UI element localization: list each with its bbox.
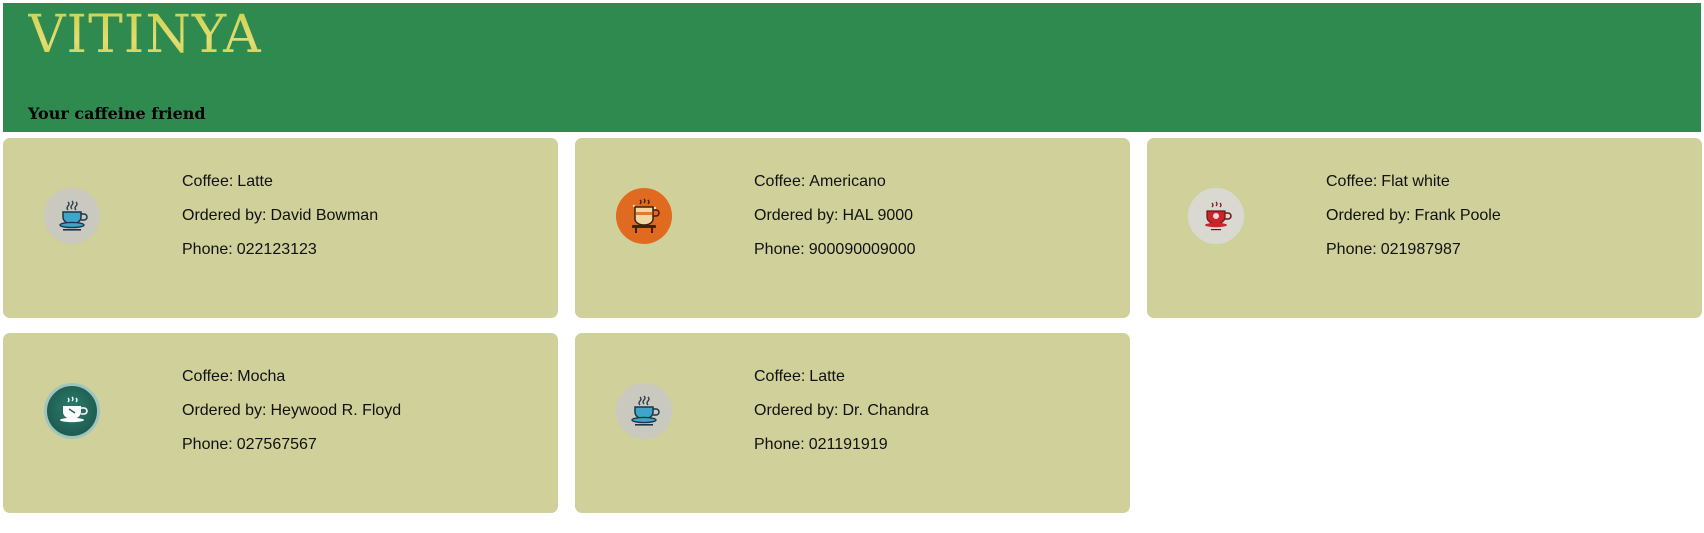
coffee-avatar	[1188, 188, 1244, 244]
coffee-label: Coffee:	[182, 173, 234, 190]
coffee-row: Coffee: Mocha	[182, 367, 401, 401]
coffee-row: Coffee: Latte	[754, 367, 929, 401]
coffee-cup-saucer-icon	[59, 200, 88, 231]
coffee-value: Latte	[237, 173, 273, 190]
phone-value: 027567567	[236, 436, 317, 453]
ordered-by-label: Ordered by:	[754, 402, 839, 419]
coffee-row: Coffee: Latte	[182, 172, 378, 206]
coffee-avatar	[616, 188, 672, 244]
coffee-label: Coffee:	[754, 173, 806, 190]
coffee-row: Coffee: Flat white	[1326, 172, 1501, 206]
ordered-by-row: Ordered by: Heywood R. Floyd	[182, 401, 401, 435]
coffee-avatar	[616, 383, 672, 439]
order-info: Coffee: Latte Ordered by: David Bowman Pho…	[182, 172, 378, 274]
header-banner: VITINYA Your caffeine friend	[3, 3, 1701, 132]
coffee-avatar	[44, 188, 100, 244]
coffee-value: Latte	[809, 368, 845, 385]
ordered-by-value: Dr. Chandra	[842, 402, 929, 419]
ordered-by-value: David Bowman	[270, 207, 379, 224]
coffee-cup-badge-icon	[60, 396, 88, 423]
ordered-by-row: Ordered by: David Bowman	[182, 206, 378, 240]
coffee-cup-stand-icon	[632, 198, 660, 233]
phone-value: 900090009000	[808, 241, 916, 258]
phone-value: 021987987	[1380, 241, 1461, 258]
coffee-label: Coffee:	[182, 368, 234, 385]
phone-value: 021191919	[808, 436, 888, 453]
phone-value: 022123123	[236, 241, 317, 258]
coffee-value: Flat white	[1381, 173, 1450, 190]
phone-row: Phone: 900090009000	[754, 240, 916, 274]
coffee-cup-saucer-icon	[631, 395, 660, 426]
ordered-by-row: Ordered by: Dr. Chandra	[754, 401, 929, 435]
order-card: Coffee: Flat white Ordered by: Frank Poole…	[1147, 138, 1702, 318]
ordered-by-value: Frank Poole	[1414, 207, 1501, 224]
coffee-value: Mocha	[237, 368, 286, 385]
ordered-by-label: Ordered by:	[754, 207, 839, 224]
phone-row: Phone: 021987987	[1326, 240, 1501, 274]
ordered-by-label: Ordered by:	[182, 207, 267, 224]
phone-label: Phone:	[182, 436, 233, 453]
order-card: Coffee: Latte Ordered by: David Bowman Pho…	[3, 138, 558, 318]
coffee-label: Coffee:	[1326, 173, 1378, 190]
order-card: Coffee: Americano Ordered by: HAL 9000 Pho…	[575, 138, 1130, 318]
order-card: Coffee: Mocha Ordered by: Heywood R. Floyd…	[3, 333, 558, 513]
phone-label: Phone:	[754, 436, 805, 453]
ordered-by-row: Ordered by: Frank Poole	[1326, 206, 1501, 240]
phone-row: Phone: 027567567	[182, 435, 401, 469]
coffee-value: Americano	[809, 173, 886, 190]
ordered-by-row: Ordered by: HAL 9000	[754, 206, 916, 240]
tagline: Your caffeine friend	[28, 104, 206, 123]
order-info: Coffee: Latte Ordered by: Dr. Chandra Phon…	[754, 367, 929, 469]
order-info: Coffee: Mocha Ordered by: Heywood R. Floyd…	[182, 367, 401, 469]
coffee-label: Coffee:	[754, 368, 806, 385]
coffee-row: Coffee: Americano	[754, 172, 916, 206]
coffee-avatar	[44, 383, 100, 439]
order-card: Coffee: Latte Ordered by: Dr. Chandra Phon…	[575, 333, 1130, 513]
phone-label: Phone:	[754, 241, 805, 258]
phone-row: Phone: 021191919	[754, 435, 929, 469]
phone-label: Phone:	[182, 241, 233, 258]
phone-row: Phone: 022123123	[182, 240, 378, 274]
red-coffee-cup-icon	[1205, 201, 1232, 231]
brand-title: VITINYA	[28, 5, 262, 65]
ordered-by-value: Heywood R. Floyd	[270, 402, 402, 419]
ordered-by-value: HAL 9000	[842, 207, 914, 224]
phone-label: Phone:	[1326, 241, 1377, 258]
order-info: Coffee: Flat white Ordered by: Frank Poole…	[1326, 172, 1501, 274]
order-info: Coffee: Americano Ordered by: HAL 9000 Pho…	[754, 172, 916, 274]
ordered-by-label: Ordered by:	[182, 402, 267, 419]
ordered-by-label: Ordered by:	[1326, 207, 1411, 224]
